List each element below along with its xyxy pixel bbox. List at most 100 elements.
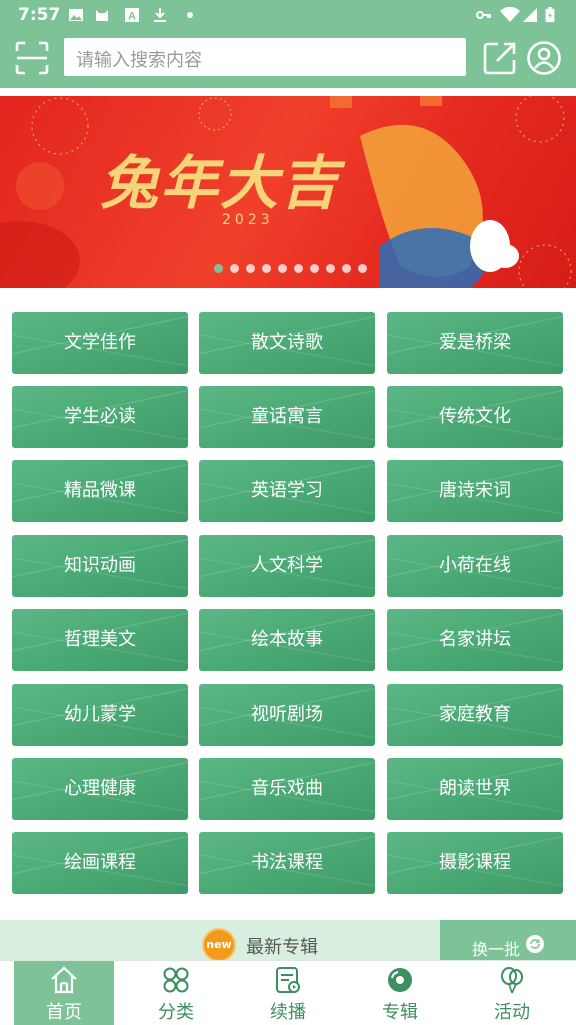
dot-notification-icon	[187, 12, 193, 18]
top-bar: 请输入搜索内容	[0, 32, 576, 88]
category-tile[interactable]: 幼儿蒙学	[12, 684, 188, 746]
new-badge-label: new	[206, 938, 232, 951]
category-label: 心理健康	[64, 778, 136, 799]
category-label: 文学佳作	[64, 332, 136, 353]
category-label: 英语学习	[251, 480, 323, 501]
category-tile[interactable]: 家庭教育	[387, 684, 563, 746]
image-notification-icon	[69, 9, 83, 21]
category-tile[interactable]: 哲理美文	[12, 609, 188, 671]
category-tile[interactable]: 朗读世界	[387, 758, 563, 820]
category-icon	[163, 967, 189, 993]
cat-notification-icon	[96, 10, 108, 21]
category-tile[interactable]: 精品微课	[12, 460, 188, 522]
category-tile[interactable]: 传统文化	[387, 386, 563, 448]
tab-label: 活动	[494, 1002, 530, 1023]
carousel-dot[interactable]	[358, 264, 367, 273]
category-tile[interactable]: 小荷在线	[387, 535, 563, 597]
category-tile[interactable]: 文学佳作	[12, 312, 188, 374]
status-bar: 7:57 A	[0, 0, 576, 32]
share-icon[interactable]	[482, 40, 518, 76]
tab-label: 分类	[158, 1002, 194, 1023]
download-icon	[154, 8, 166, 22]
category-tile[interactable]: 人文科学	[199, 535, 375, 597]
wifi-icon	[500, 7, 520, 22]
home-icon	[51, 966, 77, 994]
category-label: 爱是桥梁	[439, 332, 511, 353]
category-tile[interactable]: 心理健康	[12, 758, 188, 820]
banner-title: 兔年大吉	[100, 149, 341, 217]
category-tile[interactable]: 童话寓言	[199, 386, 375, 448]
refresh-icon	[526, 935, 544, 953]
category-label: 视听剧场	[251, 704, 323, 725]
category-tile[interactable]: 唐诗宋词	[387, 460, 563, 522]
tab-album[interactable]: 专辑	[350, 961, 450, 1025]
category-tile[interactable]: 学生必读	[12, 386, 188, 448]
tab-activity[interactable]: 活动	[462, 961, 562, 1025]
scan-icon[interactable]	[14, 40, 50, 76]
category-label: 精品微课	[64, 480, 136, 501]
refresh-batch-button[interactable]: 换一批	[440, 920, 576, 960]
category-label: 幼儿蒙学	[64, 704, 136, 725]
category-tile[interactable]: 名家讲坛	[387, 609, 563, 671]
search-placeholder: 请输入搜索内容	[76, 50, 202, 71]
category-label: 名家讲坛	[439, 629, 511, 650]
category-label: 书法课程	[251, 852, 323, 873]
tab-home[interactable]: 首页	[14, 961, 114, 1025]
banner-year: 2023	[222, 212, 274, 228]
svg-text:A: A	[128, 11, 136, 23]
search-input[interactable]: 请输入搜索内容	[64, 38, 466, 76]
new-badge-icon: new	[202, 928, 236, 962]
category-label: 知识动画	[64, 555, 136, 576]
tab-label: 专辑	[382, 1002, 418, 1023]
resume-play-icon	[276, 967, 300, 993]
category-label: 童话寓言	[251, 406, 323, 427]
bottom-tab-bar: 首页 分类 续播 专辑 活动	[0, 960, 576, 1025]
carousel-dot[interactable]	[278, 264, 287, 273]
category-label: 哲理美文	[64, 629, 136, 650]
tab-label: 首页	[46, 1002, 82, 1023]
section-title: 最新专辑	[246, 937, 318, 958]
key-icon	[476, 11, 491, 19]
category-tile[interactable]: 知识动画	[12, 535, 188, 597]
carousel-dot[interactable]	[310, 264, 319, 273]
tab-category[interactable]: 分类	[126, 961, 226, 1025]
tab-label: 续播	[270, 1002, 306, 1023]
status-time: 7:57	[18, 5, 61, 25]
carousel-dot[interactable]	[326, 264, 335, 273]
battery-icon	[545, 7, 555, 23]
category-label: 音乐戏曲	[251, 778, 323, 799]
category-label: 朗读世界	[439, 778, 511, 799]
category-label: 学生必读	[64, 406, 136, 427]
balloon-icon	[501, 967, 523, 994]
font-notification-icon: A	[125, 8, 139, 23]
category-tile[interactable]: 书法课程	[199, 832, 375, 894]
category-tile[interactable]: 摄影课程	[387, 832, 563, 894]
category-label: 绘本故事	[251, 629, 323, 650]
category-label: 绘画课程	[64, 852, 136, 873]
signal-icon	[523, 8, 537, 22]
category-label: 唐诗宋词	[439, 480, 511, 501]
album-icon	[388, 968, 412, 992]
category-tile[interactable]: 散文诗歌	[199, 312, 375, 374]
carousel-dot[interactable]	[230, 264, 239, 273]
carousel-dot[interactable]	[262, 264, 271, 273]
carousel-dot[interactable]	[246, 264, 255, 273]
category-tile[interactable]: 绘画课程	[12, 832, 188, 894]
user-profile-icon[interactable]	[526, 40, 562, 76]
category-label: 家庭教育	[439, 704, 511, 725]
banner-carousel[interactable]: 兔年大吉 2023	[0, 96, 576, 288]
tab-resume[interactable]: 续播	[238, 961, 338, 1025]
refresh-label: 换一批	[472, 940, 521, 959]
carousel-dot[interactable]	[342, 264, 351, 273]
category-tile[interactable]: 英语学习	[199, 460, 375, 522]
category-label: 摄影课程	[439, 852, 511, 873]
category-label: 散文诗歌	[251, 332, 323, 353]
category-tile[interactable]: 绘本故事	[199, 609, 375, 671]
category-tile[interactable]: 音乐戏曲	[199, 758, 375, 820]
category-label: 人文科学	[251, 555, 323, 576]
category-tile[interactable]: 视听剧场	[199, 684, 375, 746]
category-label: 传统文化	[439, 406, 511, 427]
category-tile[interactable]: 爱是桥梁	[387, 312, 563, 374]
carousel-dot[interactable]	[294, 264, 303, 273]
carousel-dot[interactable]	[214, 264, 223, 273]
